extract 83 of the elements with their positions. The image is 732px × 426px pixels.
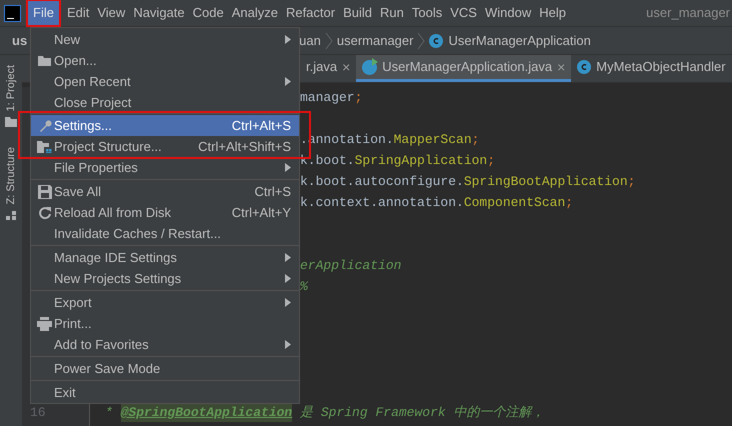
menu-item[interactable]: Window [480,1,536,25]
menu-entry[interactable]: File Properties [31,157,299,178]
tool-window-button[interactable]: 1: Project [2,65,20,112]
shortcut: Ctrl+S [254,182,291,201]
menu-item[interactable]: Edit [62,1,94,25]
menu-entry[interactable]: Save All Ctrl+S [31,181,299,202]
app-class-icon [362,60,378,74]
menu-item[interactable]: Run [376,1,408,25]
reload-icon [38,206,52,220]
menu-entry[interactable]: Exit [31,382,299,403]
app-logo-icon [4,4,21,22]
submenu-arrow-icon [285,253,291,262]
menu-item[interactable]: Code [188,1,228,25]
menu-entry[interactable]: Export [31,292,299,313]
menu-entry[interactable]: Manage IDE Settings [31,247,299,268]
menu-item[interactable]: Refactor [282,1,340,25]
code-text: SpringApplication [354,152,488,170]
close-icon[interactable]: × [342,56,350,78]
menu-entry[interactable]: New [31,29,299,50]
code-text: manager [300,88,355,107]
submenu-arrow-icon [285,77,291,86]
submenu-arrow-icon [285,298,291,307]
menu-item[interactable]: Analyze [228,1,282,25]
code-text: ; [472,130,480,149]
submenu-arrow-icon [285,35,291,44]
breadcrumb[interactable]: usermanager [336,30,414,50]
menu-item[interactable]: Navigate [129,1,189,25]
menu-entry[interactable]: Settings... Ctrl+Alt+S [31,115,299,136]
project-title: user_manager [646,4,731,22]
code-text: ; [354,88,362,107]
chevron-icon [417,32,426,50]
wrench-icon [38,118,52,132]
menu-item[interactable]: File [28,1,59,25]
code-text: * [105,404,114,422]
folder-grid-icon [37,140,52,153]
code-text: ; [628,172,636,191]
folder-icon [5,117,17,128]
submenu-arrow-icon [285,163,291,172]
breadcrumb[interactable]: uan [299,30,321,50]
menu-entry[interactable]: New Projects Settings [31,268,299,289]
code-text: @SpringBootApplication [120,402,292,422]
class-icon [429,34,444,48]
editor-tab[interactable]: r.java × [300,55,356,82]
submenu-arrow-icon [285,274,291,283]
menu-item[interactable]: Help [535,1,570,25]
menu-entry[interactable]: Power Save Mode [31,358,299,379]
menu-entry[interactable]: Reload All from Disk Ctrl+Alt+Y [31,202,299,223]
shortcut: Ctrl+Alt+Y [232,204,291,222]
printer-icon [37,316,52,330]
shortcut: Ctrl+Alt+Shift+S [198,138,291,156]
code-text: erApplication [300,256,402,275]
menu-item[interactable]: Build [339,1,376,25]
code-text: MapperScan [394,130,472,149]
menu-item[interactable]: VCS [446,1,481,25]
project-name[interactable]: us [12,30,28,50]
menu-entry[interactable]: Close Project [31,92,299,113]
shortcut: Ctrl+Alt+S [232,116,291,135]
code-text: ; [487,152,496,170]
breadcrumb[interactable]: UserManagerApplication [448,30,591,50]
close-icon[interactable]: × [557,56,566,78]
code-text: k.boot.autoconfigure. [300,172,464,191]
code-text: ; [565,194,574,212]
chevron-icon [324,32,333,50]
editor-tab[interactable]: MyMetaObjectHandler [571,55,732,82]
editor-tab[interactable]: UserManagerApplication.java × [356,55,572,82]
menu-entry[interactable]: Open Recent [31,71,299,92]
class-icon [577,60,592,74]
menu-entry[interactable]: Invalidate Caches / Restart... [31,223,299,244]
code-text: ComponentScan [464,194,566,212]
code-text: k.context.annotation. [300,194,464,212]
menu-entry[interactable]: Project Structure... Ctrl+Alt+Shift+S [31,136,299,157]
code-text: SpringBootApplication [464,172,628,191]
menu-item[interactable]: Tools [408,1,446,25]
structure-icon [6,210,16,221]
menu-item[interactable]: View [93,1,130,25]
menu-entry[interactable]: Print... [31,313,299,334]
code-text: % [300,278,308,296]
tool-window-button[interactable]: Z: Structure [2,147,20,205]
menu-entry[interactable]: Open... [31,50,299,71]
menu-entry[interactable]: Add to Favorites [31,334,299,355]
code-text: 是 Spring Framework 中的一个注解， [299,404,544,422]
submenu-arrow-icon [285,340,291,349]
code-text: k.boot. [300,152,355,170]
